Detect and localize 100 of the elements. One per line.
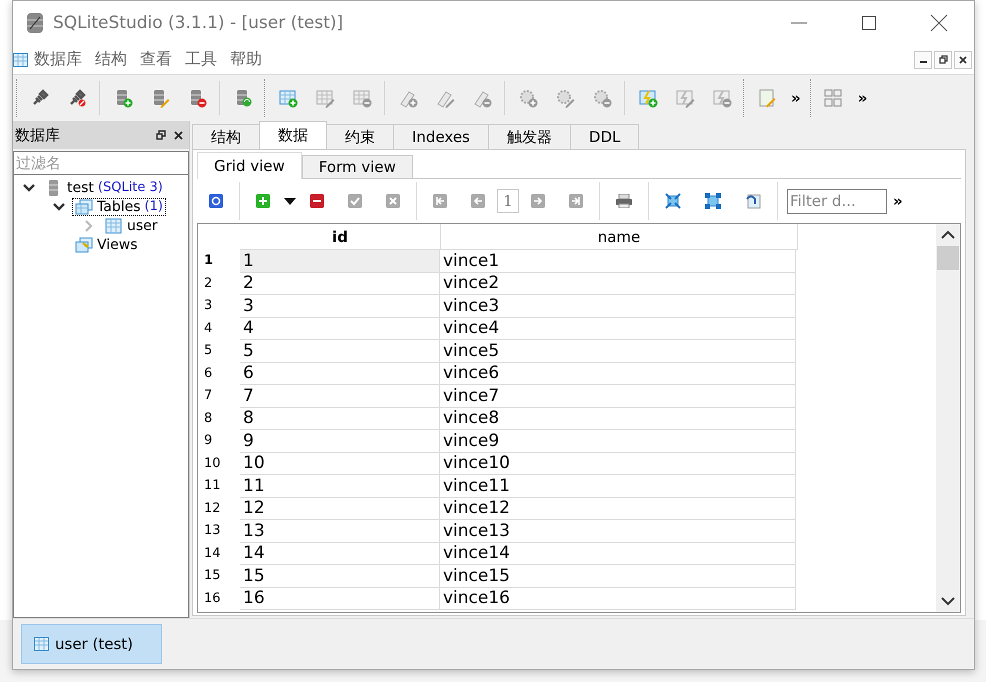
row-number[interactable]: 14 <box>198 542 240 565</box>
table-cell[interactable]: vince9 <box>440 430 796 452</box>
window-tab[interactable]: user (test) <box>21 624 162 664</box>
row-number[interactable]: 8 <box>198 408 240 430</box>
grid-layout-icon[interactable] <box>824 89 842 107</box>
mdi-close-button[interactable] <box>954 50 972 68</box>
row-number[interactable]: 2 <box>198 272 240 295</box>
row-number[interactable]: 3 <box>198 295 240 318</box>
dropdown-arrow-icon[interactable] <box>284 198 296 204</box>
tree-item[interactable]: test (SQLite 3) <box>42 178 166 196</box>
tab[interactable]: 数据 <box>259 121 327 149</box>
table-cell[interactable]: vince4 <box>440 318 796 340</box>
table-cell[interactable]: 6 <box>240 362 440 385</box>
menu-item[interactable]: 帮助 <box>230 49 270 70</box>
table-cell[interactable]: vince13 <box>440 520 796 542</box>
row-number[interactable]: 16 <box>198 588 240 610</box>
table-cell[interactable]: 16 <box>240 588 440 610</box>
tab[interactable]: Form view <box>302 155 413 178</box>
scroll-down-icon[interactable] <box>941 596 955 606</box>
table-cell[interactable]: vince12 <box>440 498 796 520</box>
overflow-button[interactable]: » <box>852 89 874 107</box>
bolt-table-minus-icon[interactable] <box>712 88 732 108</box>
table-cell[interactable]: 13 <box>240 520 440 542</box>
overflow-button[interactable]: » <box>887 192 909 210</box>
bolt-table-pencil-icon[interactable] <box>674 88 694 108</box>
last-page-icon[interactable] <box>569 194 583 208</box>
filter-field[interactable]: Filter d... <box>787 188 887 214</box>
table-cell[interactable]: vince11 <box>440 475 796 498</box>
cancel-icon[interactable] <box>386 194 400 208</box>
row-number[interactable]: 15 <box>198 565 240 588</box>
table-plus-icon[interactable] <box>278 88 298 108</box>
row-number[interactable]: 13 <box>198 520 240 542</box>
overflow-button[interactable]: » <box>785 89 807 107</box>
menu-item[interactable]: 查看 <box>140 49 180 70</box>
first-page-icon[interactable] <box>433 194 447 208</box>
gear-pencil-icon[interactable] <box>554 88 574 108</box>
table-cell[interactable]: vince14 <box>440 542 796 565</box>
table-cell[interactable]: 9 <box>240 430 440 452</box>
table-cell[interactable]: 15 <box>240 565 440 588</box>
delete-row-icon[interactable] <box>310 194 324 208</box>
mdi-minimize-button[interactable] <box>914 50 932 68</box>
table-pencil-icon[interactable] <box>314 88 334 108</box>
table-minus-icon[interactable] <box>352 88 372 108</box>
menu-item[interactable]: 结构 <box>95 49 135 70</box>
tab[interactable]: Grid view <box>197 152 302 179</box>
tree-item[interactable]: Tables (1) <box>72 198 166 216</box>
row-number[interactable]: 6 <box>198 362 240 385</box>
table-cell[interactable]: 5 <box>240 340 440 362</box>
scrollbar-thumb[interactable] <box>937 246 959 270</box>
table-cell[interactable]: 14 <box>240 542 440 565</box>
table-cell[interactable]: 2 <box>240 272 440 295</box>
pencil-document-icon[interactable] <box>756 88 776 108</box>
tab[interactable]: DDL <box>570 124 640 149</box>
table-cell[interactable]: 3 <box>240 295 440 318</box>
check-icon[interactable] <box>348 194 362 208</box>
row-number[interactable]: 9 <box>198 430 240 452</box>
row-number[interactable]: 12 <box>198 498 240 520</box>
column-header[interactable]: name <box>441 224 798 250</box>
row-number[interactable]: 4 <box>198 318 240 340</box>
filter-field[interactable]: 过滤名 <box>13 151 189 175</box>
tree-item[interactable]: user <box>102 216 161 234</box>
scrollbar[interactable] <box>936 224 960 612</box>
table-cell[interactable]: vince10 <box>440 452 796 475</box>
table-cell[interactable]: 8 <box>240 408 440 430</box>
table-cell[interactable]: 1 <box>240 250 440 272</box>
row-number[interactable]: 7 <box>198 385 240 408</box>
row-number[interactable]: 10 <box>198 452 240 475</box>
print-icon[interactable] <box>616 194 632 208</box>
table-cell[interactable]: vince16 <box>440 588 796 610</box>
row-number[interactable]: 11 <box>198 475 240 498</box>
menu-item[interactable]: 工具 <box>185 49 225 70</box>
export-icon[interactable] <box>745 193 761 209</box>
tab[interactable]: 结构 <box>192 124 260 149</box>
table-cell[interactable]: 11 <box>240 475 440 498</box>
previous-page-icon[interactable] <box>471 194 485 208</box>
bolt-table-plus-icon[interactable] <box>638 88 658 108</box>
collapse-icon[interactable] <box>665 193 681 209</box>
gear-plus-icon[interactable] <box>518 88 538 108</box>
next-page-icon[interactable] <box>531 194 545 208</box>
add-row-icon[interactable] <box>256 194 270 208</box>
table-cell[interactable]: 7 <box>240 385 440 408</box>
table-cell[interactable]: vince7 <box>440 385 796 408</box>
table-cell[interactable]: vince5 <box>440 340 796 362</box>
gear-minus-icon[interactable] <box>592 88 612 108</box>
table-cell[interactable]: 12 <box>240 498 440 520</box>
mdi-restore-button[interactable] <box>934 50 952 68</box>
table-cell[interactable]: vince3 <box>440 295 796 318</box>
menu-item[interactable]: 数据库 <box>34 49 90 70</box>
refresh-icon[interactable] <box>209 194 223 208</box>
table-cell[interactable]: vince2 <box>440 272 796 295</box>
table-cell[interactable]: vince8 <box>440 408 796 430</box>
tree-item[interactable]: Views <box>72 236 141 254</box>
table-cell[interactable]: vince6 <box>440 362 796 385</box>
scroll-up-icon[interactable] <box>941 230 955 240</box>
table-cell[interactable]: 4 <box>240 318 440 340</box>
table-cell[interactable]: vince1 <box>440 250 796 272</box>
close-icon[interactable] <box>174 130 183 140</box>
expand-icon[interactable] <box>705 193 721 209</box>
float-icon[interactable] <box>156 130 166 140</box>
row-number[interactable]: 5 <box>198 340 240 362</box>
